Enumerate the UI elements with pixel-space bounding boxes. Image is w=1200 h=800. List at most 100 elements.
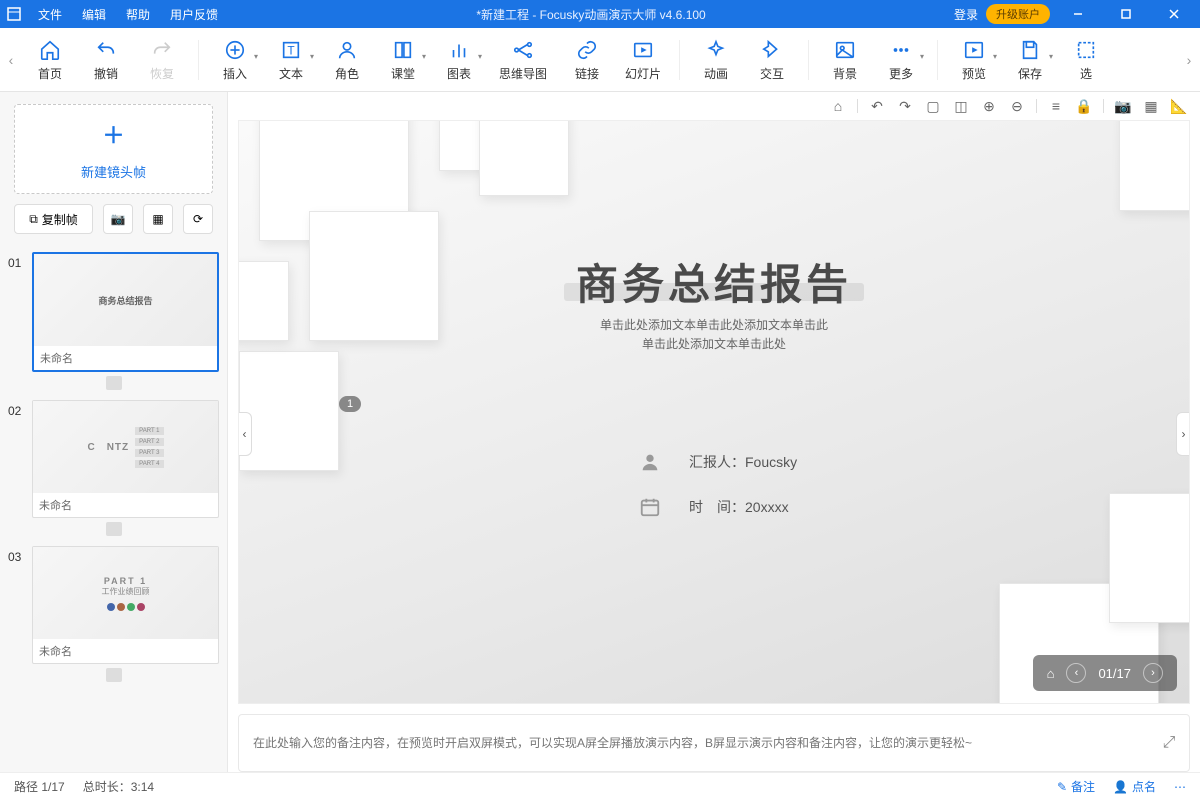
mindmap-icon	[512, 37, 534, 63]
close-button[interactable]	[1154, 0, 1194, 28]
status-bar: 路径 1/17 总时长：3:14 ✎备注 👤点名 ⋯	[0, 772, 1200, 800]
collapse-left-handle[interactable]: ‹	[238, 412, 252, 456]
tool-text[interactable]: T文本▾	[263, 28, 319, 92]
tool-class[interactable]: 课堂▾	[375, 28, 431, 92]
remark-button[interactable]: ✎备注	[1057, 778, 1095, 795]
camera-button[interactable]: 📷	[103, 204, 133, 234]
plus-icon: ＋	[102, 118, 124, 150]
zoom-in-icon[interactable]: ⊕	[980, 98, 998, 115]
collapse-right-handle[interactable]: ›	[1176, 412, 1190, 456]
new-frame-button[interactable]: ＋ 新建镜头帧	[14, 104, 213, 194]
nav-page-indicator: 01/17	[1098, 666, 1131, 681]
tool-select[interactable]: 选​	[1058, 28, 1114, 92]
status-more-button[interactable]: ⋯	[1174, 780, 1186, 794]
menu-edit[interactable]: 编辑	[72, 6, 116, 23]
qr-button[interactable]: ▦	[143, 204, 173, 234]
redo-icon	[151, 37, 173, 63]
thumbnail-3[interactable]: PART 1 工作业绩回顾 未命名	[32, 546, 219, 664]
minimize-button[interactable]	[1058, 0, 1098, 28]
chart-icon	[448, 37, 470, 63]
tool-home[interactable]: 首页	[22, 28, 78, 92]
tool-role[interactable]: 角色	[319, 28, 375, 92]
nav-overlay: ⌂ ‹ 01/17 ›	[1033, 655, 1177, 691]
copy-frame-button[interactable]: ⧉复制帧	[14, 204, 93, 234]
tool-preview[interactable]: 预览▾	[946, 28, 1002, 92]
nav-prev-button[interactable]: ‹	[1066, 663, 1086, 683]
undo-icon	[95, 37, 117, 63]
tool-interact[interactable]: 交互	[744, 28, 800, 92]
tool-link[interactable]: 链接	[559, 28, 615, 92]
plus-circle-icon	[224, 37, 246, 63]
zoom-out-icon[interactable]: ⊖	[1008, 98, 1026, 115]
toolbar-scroll-left[interactable]: ‹	[0, 28, 22, 92]
presenter-row[interactable]: 汇报人：Foucsky	[639, 451, 797, 473]
copy-icon: ⧉	[29, 212, 38, 227]
menu-file[interactable]: 文件	[28, 6, 72, 23]
tool-insert[interactable]: 插入▾	[207, 28, 263, 92]
home-view-icon[interactable]: ⌂	[829, 98, 847, 114]
expand-notes-icon[interactable]: ⤢	[1149, 715, 1189, 771]
tool-redo[interactable]: 恢复	[134, 28, 190, 92]
nav-home-icon[interactable]: ⌂	[1047, 666, 1055, 681]
tool-more[interactable]: 更多▾	[873, 28, 929, 92]
slide-title[interactable]: 商务总结报告	[576, 251, 852, 312]
sidebar: ＋ 新建镜头帧 ⧉复制帧 📷 ▦ ⟳ 01 商务总结报告 未命名 02	[0, 92, 228, 772]
tool-bg[interactable]: 背景	[817, 28, 873, 92]
interact-icon	[761, 37, 783, 63]
tool-anim[interactable]: 动画	[688, 28, 744, 92]
canvas-toolbar: ⌂ ↶ ↷ ▢ ◫ ⊕ ⊖ ≡ 🔒 📷 ▦ 📐	[228, 92, 1200, 120]
align-icon[interactable]: ≡	[1047, 98, 1065, 114]
timer-icon[interactable]	[106, 376, 122, 390]
pencil-icon: ✎	[1057, 780, 1067, 794]
thumbnail-2[interactable]: C NTZ PART 1 PART 2 PART 3 PART 4 未命名	[32, 400, 219, 518]
date-row[interactable]: 时 间：20xxxx	[639, 496, 789, 518]
menu-feedback[interactable]: 用户反馈	[160, 6, 228, 23]
calendar-icon	[639, 496, 661, 518]
rotate-right-icon[interactable]: ↷	[896, 98, 914, 115]
crop-icon[interactable]: ◫	[952, 98, 970, 115]
timer-icon[interactable]	[106, 522, 122, 536]
timer-icon[interactable]	[106, 668, 122, 682]
tool-chart[interactable]: 图表▾	[431, 28, 487, 92]
ruler-icon[interactable]: 📐	[1170, 98, 1188, 115]
tool-save[interactable]: 保存▾	[1002, 28, 1058, 92]
cursor-icon	[1075, 37, 1097, 63]
grid-icon[interactable]: ▦	[1142, 98, 1160, 115]
roll-button[interactable]: 👤点名	[1113, 778, 1156, 795]
image-icon	[834, 37, 856, 63]
notes-input[interactable]	[239, 715, 1149, 771]
frame-badge[interactable]: 1	[339, 396, 361, 412]
fit-icon[interactable]: ▢	[924, 98, 942, 115]
tool-undo[interactable]: 撤销	[78, 28, 134, 92]
text-icon: T	[280, 37, 302, 63]
toolbar-scroll-right[interactable]: ›	[1178, 28, 1200, 92]
slide-subtitle[interactable]: 单击此处添加文本单击此处添加文本单击此 单击此处添加文本单击此处	[600, 316, 828, 354]
maximize-button[interactable]	[1106, 0, 1146, 28]
main-area: ＋ 新建镜头帧 ⧉复制帧 📷 ▦ ⟳ 01 商务总结报告 未命名 02	[0, 92, 1200, 772]
snapshot-icon[interactable]: 📷	[1114, 98, 1132, 115]
home-icon	[39, 37, 61, 63]
canvas-area: ⌂ ↶ ↷ ▢ ◫ ⊕ ⊖ ≡ 🔒 📷 ▦ 📐	[228, 92, 1200, 772]
menu-help[interactable]: 帮助	[116, 6, 160, 23]
loop-button[interactable]: ⟳	[183, 204, 213, 234]
thumb-number: 03	[8, 546, 26, 664]
more-icon	[890, 37, 912, 63]
status-path: 路径 1/17	[14, 778, 65, 795]
thumbnail-1[interactable]: 商务总结报告 未命名	[32, 252, 219, 372]
thumb-number: 01	[8, 252, 26, 372]
canvas[interactable]: 商务总结报告 单击此处添加文本单击此处添加文本单击此 单击此处添加文本单击此处 …	[238, 120, 1190, 704]
tool-slide[interactable]: 幻灯片	[615, 28, 671, 92]
window-title: *新建工程 - Focusky动画演示大师 v4.6.100	[228, 6, 954, 23]
save-icon	[1019, 37, 1041, 63]
rotate-left-icon[interactable]: ↶	[868, 98, 886, 115]
upgrade-badge[interactable]: 升级账户	[986, 4, 1050, 24]
login-link[interactable]: 登录	[954, 6, 978, 23]
tool-mindmap[interactable]: 思维导图	[487, 28, 559, 92]
toolbar: ‹ 首页 撤销 恢复 插入▾ T文本▾ 角色 课堂▾ 图表▾ 思维导图 链接 幻…	[0, 28, 1200, 92]
thumbnail-list[interactable]: 01 商务总结报告 未命名 02 C NTZ PART 1 PART 2 PAR…	[0, 244, 227, 772]
svg-text:T: T	[287, 44, 294, 58]
thumb-number: 02	[8, 400, 26, 518]
nav-next-button[interactable]: ›	[1143, 663, 1163, 683]
lock-icon[interactable]: 🔒	[1075, 98, 1093, 115]
camera-icon: 📷	[111, 212, 126, 226]
